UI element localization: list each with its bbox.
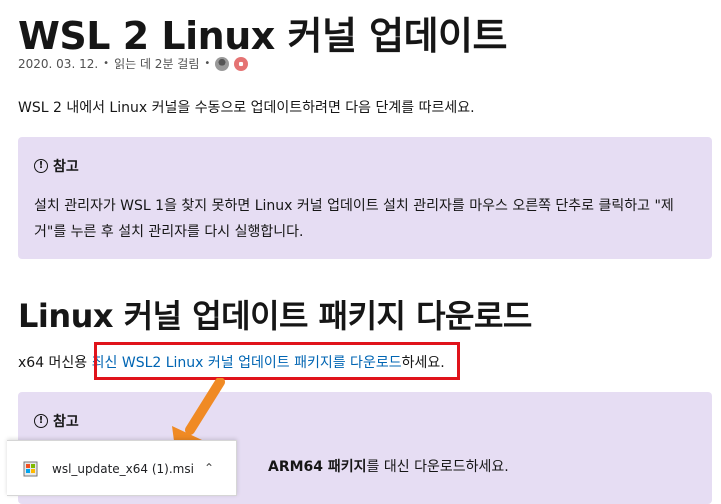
info-icon: ! <box>34 414 48 428</box>
arm64-package-text: ARM64 패키지 <box>268 459 367 475</box>
installer-file-icon <box>23 461 38 477</box>
section-heading: Linux 커널 업데이트 패키지 다운로드 <box>18 297 532 335</box>
intro-text: WSL 2 내에서 Linux 커널을 수동으로 업데이트하려면 다음 단계를 … <box>18 100 475 116</box>
note-title: ! 참고 <box>34 411 79 431</box>
download-file-name[interactable]: wsl_update_x64 (1).msi <box>52 462 194 476</box>
note-title: ! 참고 <box>34 156 79 176</box>
info-icon: ! <box>34 159 48 173</box>
download-shelf-item[interactable]: wsl_update_x64 (1).msi ⌃ <box>7 440 237 496</box>
download-prefix: x64 머신용 <box>18 355 92 371</box>
reading-time: 읽는 데 2분 걸림 <box>114 57 200 71</box>
note-callout: ! 참고 설치 관리자가 WSL 1을 찾지 못하면 Linux 커널 업데이트… <box>18 137 712 259</box>
contributor-avatar[interactable] <box>234 56 249 71</box>
note-body: 설치 관리자가 WSL 1을 찾지 못하면 Linux 커널 업데이트 설치 관… <box>34 198 674 240</box>
contributor-avatar[interactable] <box>215 56 230 71</box>
note-body-rest: 를 대신 다운로드하세요. <box>366 459 509 475</box>
note-title-label: 참고 <box>53 159 79 175</box>
separator-dot: • <box>204 58 211 69</box>
article-date: 2020. 03. 12. <box>18 56 99 71</box>
article-meta: 2020. 03. 12. • 읽는 데 2분 걸림 • <box>18 55 249 72</box>
note-title-label: 참고 <box>53 414 79 430</box>
note-body: ARM64 패키지를 대신 다운로드하세요. <box>268 454 509 480</box>
highlight-box <box>94 342 460 380</box>
separator-dot: • <box>103 58 110 69</box>
page-title: WSL 2 Linux 커널 업데이트 <box>18 14 507 58</box>
chevron-up-icon[interactable]: ⌃ <box>204 461 214 475</box>
